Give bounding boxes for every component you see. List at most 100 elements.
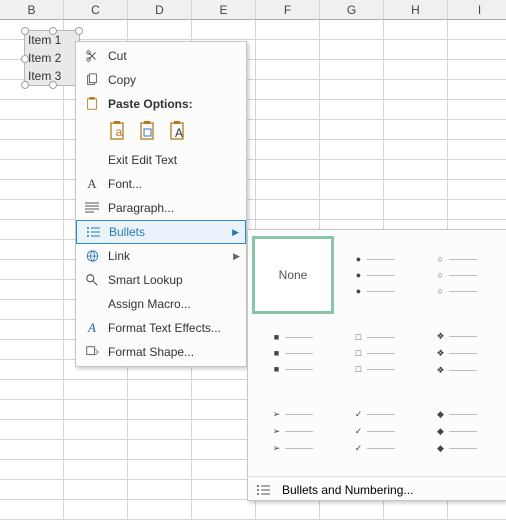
- cell[interactable]: [256, 140, 320, 160]
- cell[interactable]: [320, 60, 384, 80]
- menu-cut[interactable]: Cut: [76, 44, 246, 68]
- cell[interactable]: [384, 100, 448, 120]
- cell[interactable]: [448, 100, 506, 120]
- menu-link[interactable]: Link ▶: [76, 244, 246, 268]
- textbox-shape[interactable]: Item 1 Item 2 Item 3: [24, 30, 80, 86]
- cell[interactable]: [0, 100, 64, 120]
- cell[interactable]: [64, 460, 128, 480]
- cell[interactable]: [320, 140, 384, 160]
- cell[interactable]: [128, 480, 192, 500]
- cell[interactable]: [256, 200, 320, 220]
- cell[interactable]: [192, 500, 256, 520]
- cell[interactable]: [0, 320, 64, 340]
- cell[interactable]: [384, 120, 448, 140]
- cell[interactable]: [256, 60, 320, 80]
- cell[interactable]: [448, 80, 506, 100]
- cell[interactable]: [320, 500, 384, 520]
- cell[interactable]: [64, 480, 128, 500]
- cell[interactable]: [0, 200, 64, 220]
- cell[interactable]: [256, 120, 320, 140]
- cell[interactable]: [320, 160, 384, 180]
- bullet-option-none[interactable]: None: [252, 236, 334, 314]
- cell[interactable]: [256, 20, 320, 40]
- cell[interactable]: [0, 260, 64, 280]
- cell[interactable]: [0, 460, 64, 480]
- menu-smart-lookup[interactable]: Smart Lookup: [76, 268, 246, 292]
- cell[interactable]: [0, 140, 64, 160]
- bullet-option-filled-square[interactable]: ■ ■ ■: [252, 314, 334, 392]
- cell[interactable]: [0, 400, 64, 420]
- bullet-option-filled-round[interactable]: ● ● ●: [334, 236, 416, 314]
- column-header[interactable]: E: [192, 0, 256, 20]
- cell[interactable]: [128, 400, 192, 420]
- cell[interactable]: [192, 20, 256, 40]
- paste-picture-button[interactable]: [138, 119, 160, 143]
- cell[interactable]: [128, 440, 192, 460]
- cell[interactable]: [0, 440, 64, 460]
- column-header[interactable]: H: [384, 0, 448, 20]
- cell[interactable]: [384, 140, 448, 160]
- cell[interactable]: [256, 80, 320, 100]
- cell[interactable]: [320, 40, 384, 60]
- cell[interactable]: [448, 160, 506, 180]
- cell[interactable]: [384, 500, 448, 520]
- cell[interactable]: [256, 180, 320, 200]
- menu-font[interactable]: A Font...: [76, 172, 246, 196]
- paste-keep-source-button[interactable]: a: [108, 119, 130, 143]
- cell[interactable]: [64, 500, 128, 520]
- resize-handle[interactable]: [21, 81, 29, 89]
- resize-handle[interactable]: [49, 27, 57, 35]
- column-header[interactable]: C: [64, 0, 128, 20]
- cell[interactable]: [0, 280, 64, 300]
- cell[interactable]: [384, 80, 448, 100]
- cell[interactable]: [384, 40, 448, 60]
- resize-handle[interactable]: [75, 27, 83, 35]
- cell[interactable]: [128, 20, 192, 40]
- bullet-option-four-diamond[interactable]: ❖ ❖ ❖: [416, 314, 498, 392]
- resize-handle[interactable]: [21, 55, 29, 63]
- cell[interactable]: [128, 380, 192, 400]
- cell[interactable]: [320, 120, 384, 140]
- cell[interactable]: [384, 200, 448, 220]
- cell[interactable]: [256, 40, 320, 60]
- cell[interactable]: [128, 500, 192, 520]
- cell[interactable]: [448, 500, 506, 520]
- menu-format-text-effects[interactable]: A Format Text Effects...: [76, 316, 246, 340]
- cell[interactable]: [64, 440, 128, 460]
- cell[interactable]: [64, 400, 128, 420]
- resize-handle[interactable]: [49, 81, 57, 89]
- cell[interactable]: [448, 200, 506, 220]
- bullet-option-checkmark[interactable]: ✓ ✓ ✓: [334, 392, 416, 470]
- cell[interactable]: [0, 360, 64, 380]
- cell[interactable]: [64, 420, 128, 440]
- cell[interactable]: [0, 180, 64, 200]
- cell[interactable]: [384, 160, 448, 180]
- bullet-option-hollow-round[interactable]: ○ ○ ○: [416, 236, 498, 314]
- column-header[interactable]: D: [128, 0, 192, 20]
- cell[interactable]: [384, 20, 448, 40]
- bullets-and-numbering-item[interactable]: Bullets and Numbering...: [248, 476, 506, 503]
- cell[interactable]: [256, 500, 320, 520]
- cell[interactable]: [448, 40, 506, 60]
- cell[interactable]: [0, 500, 64, 520]
- menu-copy[interactable]: Copy: [76, 68, 246, 92]
- column-header[interactable]: G: [320, 0, 384, 20]
- cell[interactable]: [0, 160, 64, 180]
- cell[interactable]: [0, 420, 64, 440]
- cell[interactable]: [384, 60, 448, 80]
- cell[interactable]: [448, 20, 506, 40]
- cell[interactable]: [0, 220, 64, 240]
- cell[interactable]: [448, 120, 506, 140]
- cell[interactable]: [0, 240, 64, 260]
- menu-exit-edit-text[interactable]: Exit Edit Text: [76, 148, 246, 172]
- cell[interactable]: [320, 20, 384, 40]
- paste-text-only-button[interactable]: A: [168, 119, 190, 143]
- cell[interactable]: [448, 140, 506, 160]
- cell[interactable]: [0, 480, 64, 500]
- cell[interactable]: [128, 420, 192, 440]
- cell[interactable]: [320, 200, 384, 220]
- column-header[interactable]: F: [256, 0, 320, 20]
- cell[interactable]: [448, 180, 506, 200]
- menu-format-shape[interactable]: Format Shape...: [76, 340, 246, 364]
- column-header[interactable]: I: [448, 0, 506, 20]
